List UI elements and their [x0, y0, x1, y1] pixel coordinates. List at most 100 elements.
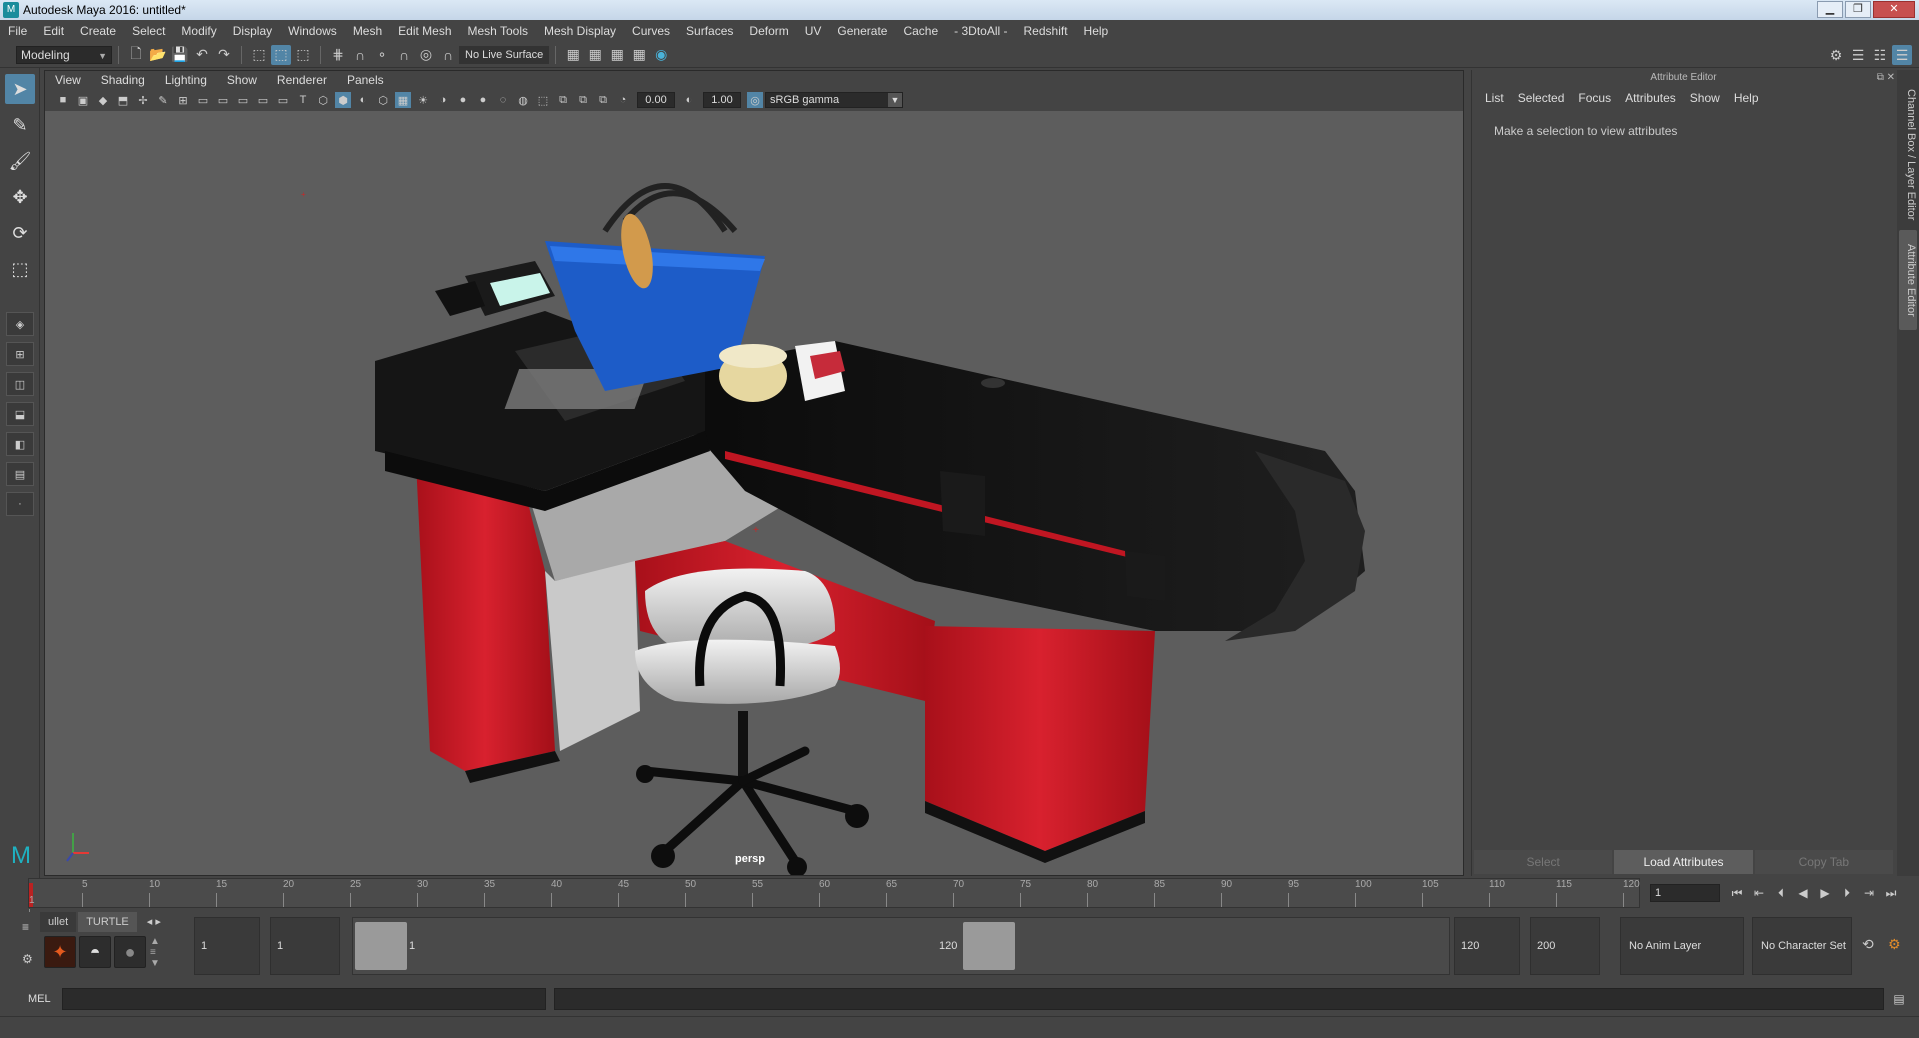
resolution-gate-icon[interactable]: ▭: [215, 92, 231, 108]
safe-action-icon[interactable]: ▭: [275, 92, 291, 108]
ae-menu-list[interactable]: List: [1478, 91, 1511, 105]
float-panel-icon[interactable]: ⧉: [1877, 72, 1884, 83]
menu-set-dropdown[interactable]: Modeling ▼: [16, 45, 112, 64]
ae-menu-help[interactable]: Help: [1727, 91, 1766, 105]
maximize-button[interactable]: ❐: [1845, 1, 1871, 18]
smooth-shade-icon[interactable]: ⬢: [335, 92, 351, 108]
script-editor-icon[interactable]: ▤: [1890, 990, 1908, 1008]
viewport-menu-show[interactable]: Show: [217, 73, 267, 87]
persp-outliner-layout-icon[interactable]: ◧: [6, 432, 34, 456]
new-scene-icon[interactable]: 🗋: [126, 45, 146, 65]
snap-point-icon[interactable]: ∘: [372, 45, 392, 65]
menu-display[interactable]: Display: [225, 24, 280, 38]
menu-mesh-tools[interactable]: Mesh Tools: [460, 24, 536, 38]
playback-start-field[interactable]: 1: [270, 917, 340, 975]
step-forward-frame-icon[interactable]: ⏵: [1838, 884, 1856, 902]
animation-preferences-icon[interactable]: ⚙: [1888, 936, 1901, 953]
field-chart-icon[interactable]: ▭: [255, 92, 271, 108]
viewport-panel[interactable]: View Shading Lighting Show Renderer Pane…: [44, 70, 1464, 876]
command-language-label[interactable]: MEL: [0, 993, 56, 1005]
motion-blur-icon[interactable]: ●: [475, 92, 491, 108]
grid-icon[interactable]: ⊞: [175, 92, 191, 108]
ae-menu-selected[interactable]: Selected: [1511, 91, 1572, 105]
load-attributes-button[interactable]: Load Attributes: [1614, 850, 1753, 874]
shadows-icon[interactable]: ◑: [435, 92, 451, 108]
menu-curves[interactable]: Curves: [624, 24, 678, 38]
render-settings-icon[interactable]: ▦: [563, 45, 583, 65]
modeling-toolkit-icon[interactable]: ⚙: [1826, 45, 1846, 65]
four-view-layout-icon[interactable]: ⊞: [6, 342, 34, 366]
menu-generate[interactable]: Generate: [829, 24, 895, 38]
x-ray-icon[interactable]: ⧉: [555, 92, 571, 108]
close-panel-icon[interactable]: ✕: [1887, 72, 1895, 83]
shelf-scroll-arrows-icon[interactable]: ◂ ▸: [139, 912, 169, 932]
ae-menu-show[interactable]: Show: [1683, 91, 1727, 105]
menu-file[interactable]: File: [0, 24, 35, 38]
ae-menu-attributes[interactable]: Attributes: [1618, 91, 1683, 105]
menu-3dtoall[interactable]: - 3DtoAll -: [946, 24, 1015, 38]
camera-select-icon[interactable]: ■: [55, 92, 71, 108]
color-management-icon[interactable]: ◎: [747, 92, 763, 108]
step-back-frame-icon[interactable]: ⏴: [1772, 884, 1790, 902]
range-start-handle[interactable]: [355, 922, 407, 970]
viewport-menu-shading[interactable]: Shading: [91, 73, 155, 87]
snap-curve-icon[interactable]: ∩: [350, 45, 370, 65]
menu-create[interactable]: Create: [72, 24, 124, 38]
use-all-lights-icon[interactable]: ☀: [415, 92, 431, 108]
scale-tool-icon[interactable]: ⬚: [5, 254, 35, 284]
command-input[interactable]: [62, 988, 546, 1010]
gamma-icon[interactable]: ◐: [681, 92, 697, 108]
shelf-scroll-icon[interactable]: ▲ ≡ ▼: [149, 936, 161, 969]
tab-attribute-editor[interactable]: Attribute Editor: [1899, 230, 1917, 330]
copy-tab-button[interactable]: Copy Tab: [1754, 850, 1893, 874]
undo-icon[interactable]: ↶: [192, 45, 212, 65]
single-perspective-layout-icon[interactable]: ◈: [6, 312, 34, 336]
viewport-menu-lighting[interactable]: Lighting: [155, 73, 217, 87]
tab-channel-box[interactable]: Channel Box / Layer Editor: [1899, 80, 1917, 230]
x-ray-active-icon[interactable]: ⧉: [595, 92, 611, 108]
outliner-layout-icon[interactable]: ▤: [6, 462, 34, 486]
shelf-tab-turtle[interactable]: TURTLE: [78, 912, 137, 932]
select-hierarchy-icon[interactable]: ⬚: [249, 45, 269, 65]
menu-windows[interactable]: Windows: [280, 24, 345, 38]
film-gate-icon[interactable]: ▭: [195, 92, 211, 108]
persp-graph-layout-icon[interactable]: ⬓: [6, 402, 34, 426]
menu-redshift[interactable]: Redshift: [1016, 24, 1076, 38]
shelf-menu-icon[interactable]: ≡: [22, 920, 29, 934]
channel-box-toggle-icon[interactable]: ☰: [1892, 45, 1912, 65]
move-tool-icon[interactable]: ✥: [5, 182, 35, 212]
viewport-menu-panels[interactable]: Panels: [337, 73, 394, 87]
snap-live-icon[interactable]: ◎: [416, 45, 436, 65]
hypershade-icon[interactable]: ◉: [651, 45, 671, 65]
turtle-sphere-icon[interactable]: ●: [114, 936, 146, 968]
snap-grid-icon[interactable]: ⋕: [328, 45, 348, 65]
viewport-menu-view[interactable]: View: [45, 73, 91, 87]
anti-aliasing-icon[interactable]: ◌: [495, 92, 511, 108]
range-end-handle[interactable]: [963, 922, 1015, 970]
textured-icon[interactable]: ▦: [395, 92, 411, 108]
play-forward-icon[interactable]: ▶: [1816, 884, 1834, 902]
menu-select[interactable]: Select: [124, 24, 173, 38]
select-button[interactable]: Select: [1474, 850, 1613, 874]
shelf-settings-icon[interactable]: ⚙: [22, 952, 33, 966]
isolate-select-icon[interactable]: ⬚: [535, 92, 551, 108]
use-default-material-icon[interactable]: ◐: [355, 92, 371, 108]
ae-menu-focus[interactable]: Focus: [1571, 91, 1618, 105]
camera-attributes-icon[interactable]: ▣: [75, 92, 91, 108]
snap-view-plane-icon[interactable]: ∩: [394, 45, 414, 65]
current-frame-field[interactable]: 1: [1650, 884, 1720, 902]
gate-mask-icon[interactable]: ▭: [235, 92, 251, 108]
screen-space-ao-icon[interactable]: ●: [455, 92, 471, 108]
render-view-icon[interactable]: ▦: [585, 45, 605, 65]
range-slider[interactable]: 1 120: [352, 917, 1450, 975]
rotate-tool-icon[interactable]: ⟳: [5, 218, 35, 248]
bookmark-icon[interactable]: ◆: [95, 92, 111, 108]
live-surface-field[interactable]: No Live Surface: [459, 45, 550, 64]
open-scene-icon[interactable]: 📂: [148, 45, 168, 65]
wireframe-on-shaded-icon[interactable]: ⬡: [375, 92, 391, 108]
anim-start-field[interactable]: 1: [194, 917, 260, 975]
anim-end-field[interactable]: 200: [1530, 917, 1600, 975]
menu-edit[interactable]: Edit: [35, 24, 72, 38]
x-ray-joints-icon[interactable]: ⧉: [575, 92, 591, 108]
auto-key-icon[interactable]: ⟲: [1862, 936, 1874, 953]
